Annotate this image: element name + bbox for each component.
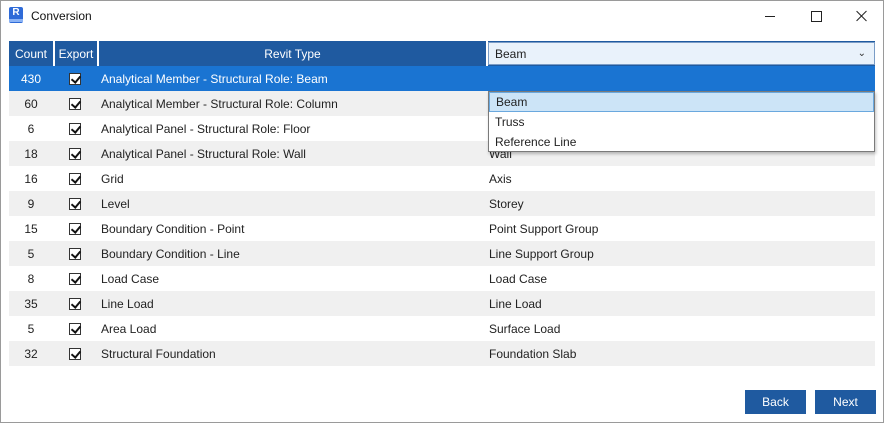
revit-app-icon: R — [9, 7, 23, 23]
export-cell — [55, 316, 95, 341]
export-cell — [55, 191, 95, 216]
table-row[interactable]: 32 Structural Foundation Foundation Slab — [9, 341, 875, 366]
revit-type-cell: Level — [101, 196, 130, 211]
dropdown-option-beam[interactable]: Beam — [489, 92, 874, 112]
table-row[interactable]: 5 Area Load Surface Load — [9, 316, 875, 341]
count-cell: 9 — [27, 196, 35, 211]
export-cell — [55, 91, 95, 116]
revit-type-cell: Load Case — [101, 271, 160, 286]
export-cell — [55, 141, 95, 166]
struxml-type-combobox[interactable]: Beam ⌄ — [488, 42, 875, 65]
export-checkbox[interactable] — [69, 147, 81, 160]
column-header-count[interactable]: Count — [9, 41, 55, 66]
struxml-type-cell[interactable]: Axis — [489, 166, 875, 191]
export-checkbox[interactable] — [69, 247, 81, 260]
export-cell — [55, 166, 95, 191]
struxml-type-cell[interactable]: Surface Load — [489, 316, 875, 341]
dropdown-option-truss[interactable]: Truss — [489, 112, 874, 132]
export-checkbox[interactable] — [69, 122, 81, 135]
export-cell — [55, 116, 95, 141]
count-cell: 15 — [24, 221, 38, 236]
export-cell — [55, 341, 95, 366]
export-cell — [55, 241, 95, 266]
close-icon — [856, 10, 868, 22]
struxml-type-cell[interactable]: Foundation Slab — [489, 341, 875, 366]
export-checkbox[interactable] — [69, 297, 81, 310]
export-checkbox[interactable] — [69, 172, 81, 185]
revit-type-cell: Analytical Member - Structural Role: Col… — [101, 96, 338, 111]
maximize-button[interactable] — [793, 1, 839, 31]
table-row[interactable]: 9 Level Storey — [9, 191, 875, 216]
export-cell — [55, 266, 95, 291]
export-cell — [55, 66, 95, 91]
revit-type-cell: Analytical Panel - Structural Role: Floo… — [101, 121, 311, 136]
count-cell: 430 — [20, 71, 42, 86]
conversion-grid: Count Export Revit Type StruXML Type 430… — [9, 41, 875, 367]
table-row[interactable]: 16 Grid Axis — [9, 166, 875, 191]
revit-type-cell: Line Load — [101, 296, 154, 311]
export-checkbox[interactable] — [69, 222, 81, 235]
struxml-type-cell[interactable]: Load Case — [489, 266, 875, 291]
count-cell: 5 — [27, 321, 35, 336]
dropdown-option-reference-line[interactable]: Reference Line — [489, 132, 874, 152]
count-cell: 16 — [24, 171, 38, 186]
close-button[interactable] — [839, 1, 884, 31]
revit-type-cell: Grid — [101, 171, 124, 186]
count-cell: 35 — [24, 296, 38, 311]
export-checkbox[interactable] — [69, 322, 81, 335]
table-row[interactable]: 35 Line Load Line Load — [9, 291, 875, 316]
struxml-type-cell[interactable]: Line Support Group — [489, 241, 875, 266]
revit-type-cell: Boundary Condition - Line — [101, 246, 240, 261]
table-row[interactable]: 8 Load Case Load Case — [9, 266, 875, 291]
minimize-icon — [765, 15, 775, 17]
export-cell — [55, 216, 95, 241]
struxml-type-cell[interactable]: Line Load — [489, 291, 875, 316]
revit-type-cell: Area Load — [101, 321, 157, 336]
table-row[interactable]: 430 Analytical Member - Structural Role: … — [9, 66, 875, 91]
count-cell: 8 — [27, 271, 35, 286]
combobox-value: Beam — [495, 46, 527, 61]
back-button[interactable]: Back — [745, 390, 806, 414]
maximize-icon — [810, 10, 822, 22]
struxml-type-cell[interactable]: Point Support Group — [489, 216, 875, 241]
export-checkbox[interactable] — [69, 72, 81, 85]
minimize-button[interactable] — [747, 1, 793, 31]
export-checkbox[interactable] — [69, 197, 81, 210]
revit-type-cell: Boundary Condition - Point — [101, 221, 245, 236]
export-cell — [55, 291, 95, 316]
count-cell: 60 — [24, 96, 38, 111]
table-row[interactable]: 5 Boundary Condition - Line Line Support G… — [9, 241, 875, 266]
chevron-down-icon[interactable]: ⌄ — [858, 48, 866, 59]
count-cell: 18 — [24, 146, 38, 161]
title-bar: R Conversion — [1, 1, 883, 31]
next-button[interactable]: Next — [815, 390, 876, 414]
struxml-type-dropdown: Beam Truss Reference Line — [488, 91, 875, 152]
count-cell: 5 — [27, 246, 35, 261]
export-checkbox[interactable] — [69, 272, 81, 285]
column-header-revit-type[interactable]: Revit Type — [99, 41, 488, 66]
export-checkbox[interactable] — [69, 97, 81, 110]
count-cell: 32 — [24, 346, 38, 361]
window-title: Conversion — [31, 9, 92, 23]
revit-type-cell: Analytical Member - Structural Role: Bea… — [101, 71, 328, 86]
table-row[interactable]: 15 Boundary Condition - Point Point Suppor… — [9, 216, 875, 241]
column-header-export[interactable]: Export — [55, 41, 99, 66]
struxml-type-cell[interactable]: Storey — [489, 191, 875, 216]
revit-type-cell: Analytical Panel - Structural Role: Wall — [101, 146, 306, 161]
revit-type-cell: Structural Foundation — [101, 346, 216, 361]
count-cell: 6 — [27, 121, 35, 136]
export-checkbox[interactable] — [69, 347, 81, 360]
